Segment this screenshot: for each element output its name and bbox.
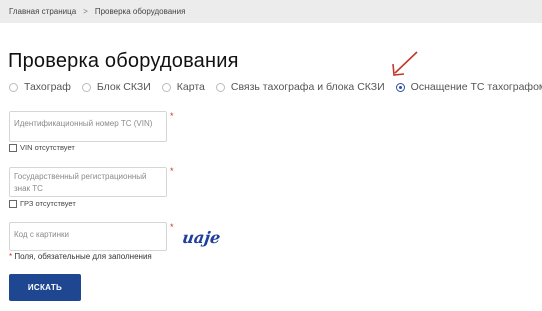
radio-circle-icon[interactable] xyxy=(81,82,91,92)
grz-required-mark: * xyxy=(170,166,174,176)
equipment-type-radio-group: Тахограф Блок СКЗИ Карта Связь тахографа… xyxy=(9,81,542,93)
breadcrumb: Главная страница > Проверка оборудования xyxy=(0,0,542,23)
annotation-arrow-icon xyxy=(392,51,418,76)
radio-label: Карта xyxy=(176,81,205,93)
radio-tachograph[interactable]: Тахограф xyxy=(9,81,71,93)
vin-missing-label: VIN отсутствует xyxy=(20,143,75,152)
radio-label: Связь тахографа и блока СКЗИ xyxy=(230,81,385,93)
radio-label: Оснащение ТС тахографом xyxy=(410,81,542,93)
breadcrumb-home-link[interactable]: Главная страница xyxy=(9,7,76,16)
radio-label: Тахограф xyxy=(24,81,71,93)
captcha-field[interactable]: Код с картинки xyxy=(9,222,167,251)
grz-missing-checkbox[interactable]: ГРЗ отсутствует xyxy=(9,199,76,208)
required-note-text: Поля, обязательные для заполнения xyxy=(14,252,152,261)
vin-required-mark: * xyxy=(170,111,174,121)
breadcrumb-separator: > xyxy=(83,7,88,16)
radio-circle-icon[interactable] xyxy=(215,82,225,92)
checkbox-box-icon[interactable] xyxy=(9,143,17,152)
search-button[interactable]: ИСКАТЬ xyxy=(9,274,81,301)
captcha-required-mark: * xyxy=(170,222,174,232)
radio-circle-icon[interactable] xyxy=(9,82,18,92)
radio-circle-icon[interactable] xyxy=(161,82,171,92)
captcha-text: uaje xyxy=(182,228,222,247)
vin-field[interactable]: Идентификационный номер ТС (VIN) xyxy=(9,111,167,142)
radio-skzi-block[interactable]: Блок СКЗИ xyxy=(81,81,151,93)
radio-label: Блок СКЗИ xyxy=(96,81,151,93)
radio-vehicle-equipment[interactable]: Оснащение ТС тахографом xyxy=(395,81,542,93)
grz-missing-label: ГРЗ отсутствует xyxy=(20,199,76,208)
radio-card[interactable]: Карта xyxy=(161,81,205,93)
vin-placeholder: Идентификационный номер ТС (VIN) xyxy=(14,119,153,128)
required-fields-note: * Поля, обязательные для заполнения xyxy=(9,252,152,261)
captcha-image: uaje xyxy=(182,228,222,247)
radio-tachograph-skzi-link[interactable]: Связь тахографа и блока СКЗИ xyxy=(215,81,385,93)
page-title: Проверка оборудования xyxy=(8,50,239,72)
captcha-placeholder: Код с картинки xyxy=(14,230,69,239)
checkbox-box-icon[interactable] xyxy=(9,199,17,208)
grz-field[interactable]: Государственный регистрационный знак ТС xyxy=(9,167,167,197)
required-note-mark: * xyxy=(9,252,13,261)
radio-circle-selected-icon[interactable] xyxy=(395,82,405,92)
grz-placeholder: Государственный регистрационный знак ТС xyxy=(14,172,147,193)
vin-missing-checkbox[interactable]: VIN отсутствует xyxy=(9,143,75,152)
breadcrumb-current: Проверка оборудования xyxy=(94,7,186,16)
